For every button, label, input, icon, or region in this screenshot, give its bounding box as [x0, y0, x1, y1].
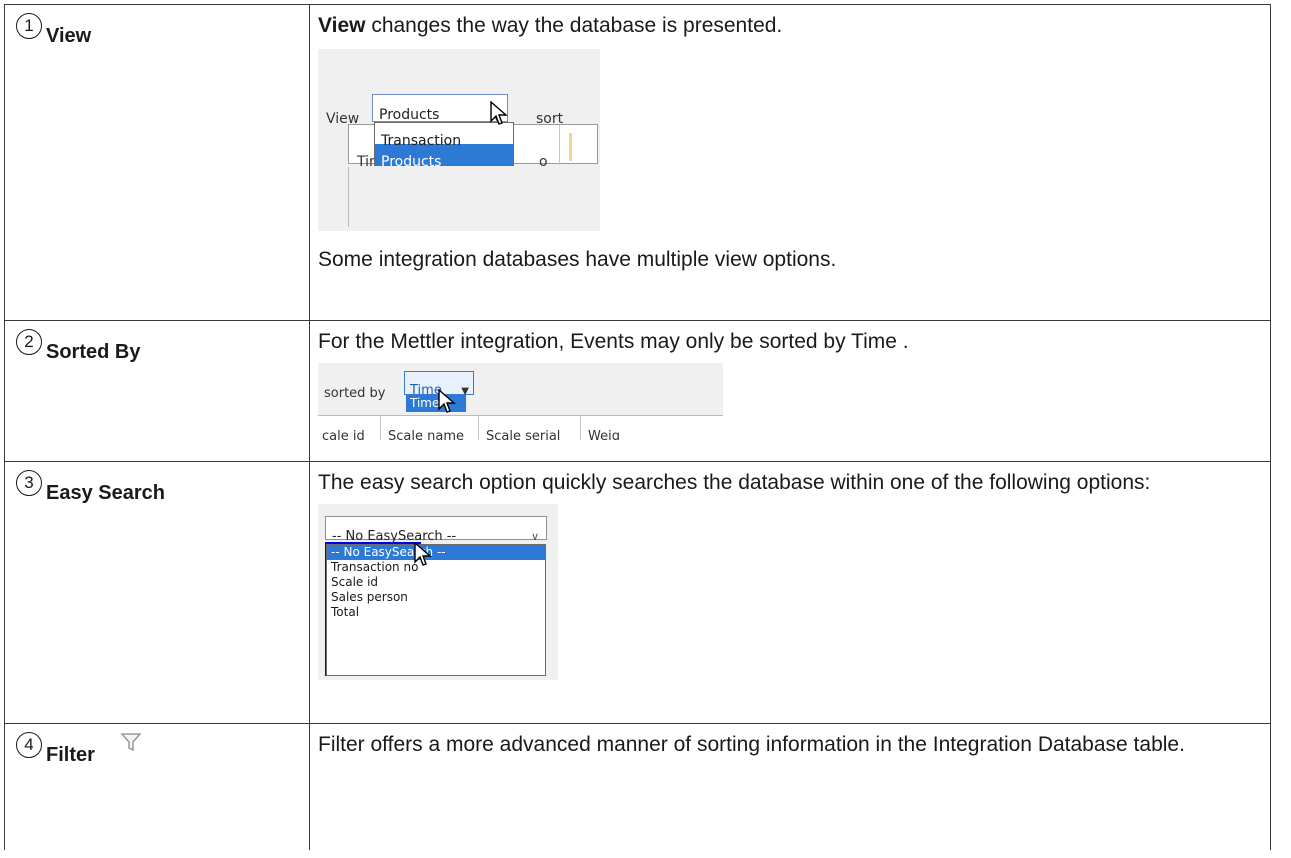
table-row-view: 1 View View changes the way the database…: [4, 4, 1271, 321]
list-item-selected[interactable]: -- No EasySearch --: [327, 545, 545, 560]
options-table: 1 View View changes the way the database…: [4, 4, 1271, 850]
easy-search-screenshot: -- No EasySearch -- ∨ -- No EasySearch -…: [318, 504, 558, 680]
sorted-by-screenshot: sorted by Time ▼ Time cale id Scale name…: [318, 363, 723, 440]
circled-number: 3: [16, 470, 42, 496]
list-item[interactable]: Sales person: [327, 590, 545, 605]
list-item[interactable]: Scale id: [327, 575, 545, 590]
view-options-list: Transaction Products: [374, 122, 514, 170]
mouse-cursor-icon: [414, 542, 432, 566]
column-header: Weig: [588, 429, 620, 440]
circled-number: 4: [16, 732, 42, 758]
description-cell: For the Mettler integration, Events may …: [309, 320, 1271, 462]
term-cell: 1 View: [4, 4, 310, 321]
term-label: Filter: [46, 744, 95, 766]
table-row-easy-search: 3 Easy Search The easy search option qui…: [4, 461, 1271, 724]
bold-term: View: [318, 14, 366, 37]
circled-number: 1: [16, 13, 42, 39]
term-label: Sorted By: [46, 341, 141, 363]
filter-funnel-icon: [120, 733, 142, 752]
term-cell: 2 Sorted By: [4, 320, 310, 462]
description-text: The easy search option quickly searches …: [318, 471, 1151, 494]
description-cell: View changes the way the database is pre…: [309, 4, 1271, 321]
description-text: View changes the way the database is pre…: [318, 9, 1262, 43]
column-header: cale id: [322, 429, 365, 440]
term-cell: 4 Filter: [4, 723, 310, 850]
list-item[interactable]: Total: [327, 605, 545, 620]
circled-number: 2: [16, 329, 42, 355]
description-text: For the Mettler integration, Events may …: [318, 330, 909, 353]
mouse-cursor-icon: [490, 101, 508, 125]
term-label: View: [46, 25, 92, 47]
description-cell: Filter offers a more advanced manner of …: [309, 723, 1271, 850]
term-cell: 3 Easy Search: [4, 461, 310, 724]
term-label: Easy Search: [46, 482, 165, 504]
table-row-sorted-by: 2 Sorted By For the Mettler integration,…: [4, 320, 1271, 462]
column-header: Scale name: [388, 429, 464, 440]
easy-search-select[interactable]: -- No EasySearch -- ∨: [325, 516, 547, 544]
view-select-value: Products: [379, 107, 440, 123]
column-header: Scale serial: [486, 429, 561, 440]
table-row-filter: 4 Filter Filter offers a more advanced m…: [4, 723, 1271, 850]
description-rest: changes the way the database is presente…: [365, 14, 783, 37]
sorted-by-label: sorted by: [324, 386, 386, 401]
note-text: Some integration databases have multiple…: [318, 248, 837, 271]
view-select[interactable]: Products ▼: [372, 94, 508, 123]
description-cell: The easy search option quickly searches …: [309, 461, 1271, 724]
grid-header: cale id Scale name Scale serial Weig: [318, 415, 723, 440]
easy-search-options-list: -- No EasySearch -- Transaction no Scale…: [326, 544, 546, 676]
view-label: View: [326, 111, 360, 127]
sort-label: sort: [536, 111, 564, 127]
document-page: 1 View View changes the way the database…: [0, 0, 1291, 858]
view-dropdown-screenshot: Time o View Products ▼ sort Transaction …: [318, 49, 600, 231]
list-item[interactable]: Transaction no: [327, 560, 545, 575]
description-text: Filter offers a more advanced manner of …: [318, 733, 1185, 756]
mouse-cursor-icon: [438, 389, 456, 413]
list-item-selected[interactable]: Time: [406, 395, 466, 412]
